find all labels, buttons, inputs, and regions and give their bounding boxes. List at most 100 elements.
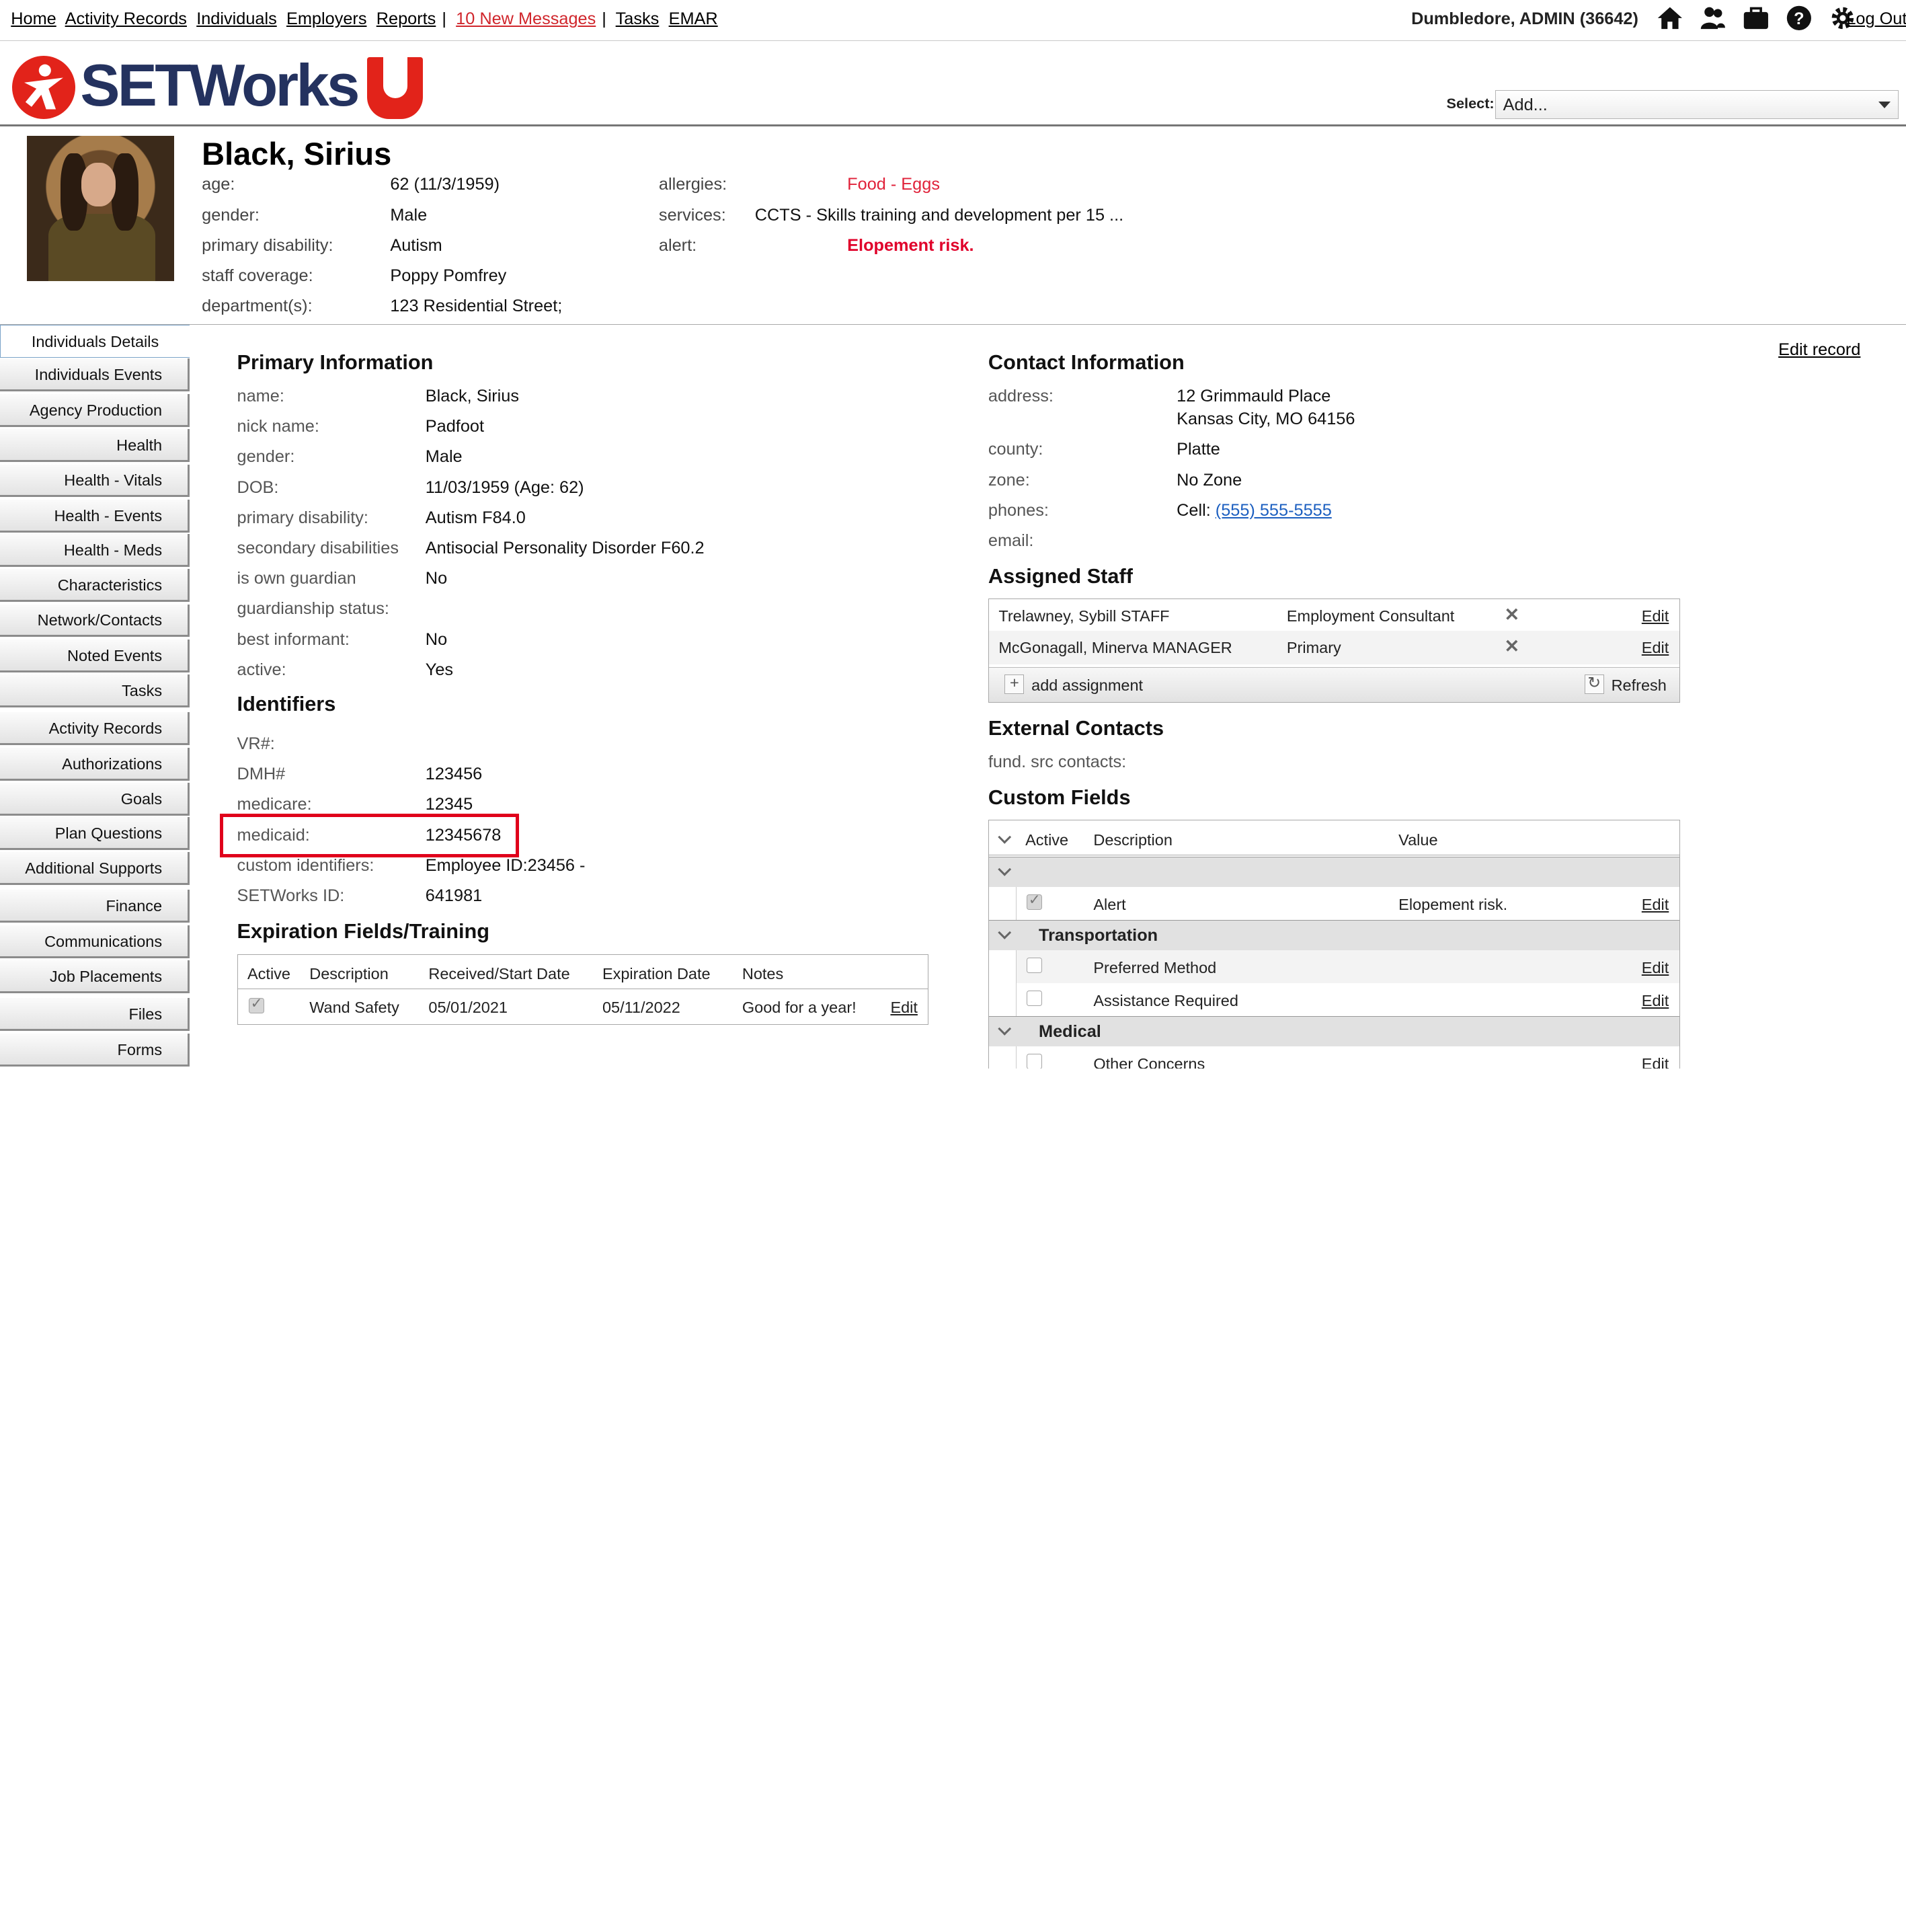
sidebar-item-health[interactable]: Health (0, 429, 190, 463)
column-header[interactable]: Value (1398, 831, 1437, 849)
staff-edit-link[interactable]: Edit (1642, 607, 1669, 625)
sidebar-item-health-events[interactable]: Health - Events (0, 500, 190, 533)
custom-field-description: Other Concerns (1093, 1054, 1205, 1069)
nav-tasks[interactable]: Tasks (616, 9, 660, 28)
custom-field-edit-link[interactable]: Edit (1642, 1055, 1669, 1069)
active-checkbox[interactable] (1026, 957, 1043, 974)
field-label: medicare: (237, 795, 312, 814)
sidebar-item-agency-production[interactable]: Agency Production (0, 393, 190, 427)
sidebar-item-individuals-events[interactable]: Individuals Events (0, 358, 190, 392)
field-label: best informant: (237, 629, 350, 649)
custom-field-description: Preferred Method (1093, 958, 1217, 976)
sidebar-item-tasks[interactable]: Tasks (0, 674, 190, 708)
field-name: Black, Sirius (425, 386, 519, 405)
nav-individuals[interactable]: Individuals (196, 9, 277, 28)
field-label: SETWorks ID: (237, 886, 345, 906)
active-checkbox[interactable] (248, 995, 265, 1014)
sidebar-item-health-meds[interactable]: Health - Meds (0, 533, 190, 567)
address-line-1: 12 Grimmauld Place (1177, 386, 1331, 405)
add-icon[interactable]: + (1004, 674, 1025, 694)
sidebar-item-additional-supports[interactable]: Additional Supports (0, 852, 190, 886)
sidebar-item-characteristics[interactable]: Characteristics (0, 569, 190, 602)
phone-link[interactable]: (555) 555-5555 (1216, 501, 1332, 520)
field-label: nick name: (237, 417, 319, 436)
column-header[interactable]: Description (1093, 831, 1173, 849)
nav-new-messages[interactable]: 10 New Messages (456, 9, 596, 28)
home-icon[interactable] (1657, 5, 1683, 32)
logout-link[interactable]: Log Out (1846, 9, 1906, 29)
sidebar-item-forms[interactable]: Forms (0, 1033, 190, 1067)
sidebar-item-noted-events[interactable]: Noted Events (0, 640, 190, 672)
field-label: VR#: (237, 734, 275, 754)
nav-emar[interactable]: EMAR (669, 9, 718, 28)
sidebar-item-finance[interactable]: Finance (0, 890, 190, 923)
sidebar-item-plan-questions[interactable]: Plan Questions (0, 816, 190, 850)
sidebar-item-job-placements[interactable]: Job Placements (0, 960, 190, 994)
header-label: staff coverage: (202, 266, 313, 285)
sidebar-item-health-vitals[interactable]: Health - Vitals (0, 464, 190, 498)
top-nav: Home Activity Records Individuals Employ… (0, 0, 1906, 42)
refresh-button[interactable]: Refresh (1612, 677, 1667, 695)
nav-home[interactable]: Home (11, 9, 56, 28)
refresh-icon[interactable]: ↻ (1584, 674, 1604, 694)
column-header[interactable]: Notes (742, 965, 783, 983)
field-label: DOB: (237, 477, 279, 497)
training-edit-link[interactable]: Edit (890, 999, 918, 1017)
address-line-2: Kansas City, MO 64156 (1177, 410, 1355, 429)
expiration-title: Expiration Fields/Training (237, 919, 490, 943)
nav-reports[interactable]: Reports (376, 9, 436, 28)
column-header[interactable]: Received/Start Date (428, 965, 569, 983)
field-dmh: 123456 (425, 765, 483, 784)
sidebar-item-communications[interactable]: Communications (0, 925, 190, 958)
field-best-informant: No (425, 629, 448, 649)
field-custom-identifiers: Employee ID:23456 - (425, 855, 586, 875)
training-expiration-date: 05/11/2022 (602, 999, 680, 1017)
setworks-logo[interactable]: SETWorks (12, 52, 426, 120)
sidebar-item-goals[interactable]: Goals (0, 783, 190, 816)
custom-group-title[interactable]: Transportation (1039, 926, 1158, 945)
column-header[interactable]: Expiration Date (602, 965, 711, 983)
column-header[interactable]: Description (309, 965, 389, 983)
help-icon[interactable]: ? (1786, 5, 1813, 32)
header-primary-disability: Autism (390, 235, 442, 255)
logo-mark-icon (12, 56, 76, 120)
sidebar-item-files[interactable]: Files (0, 998, 190, 1032)
active-checkbox[interactable] (1026, 990, 1043, 1007)
active-checkbox[interactable] (1026, 1053, 1043, 1069)
users-icon[interactable] (1700, 5, 1726, 32)
nav-activity-records[interactable]: Activity Records (65, 9, 187, 28)
sidebar-item-individuals-details[interactable]: Individuals Details (0, 324, 190, 358)
add-select[interactable]: Add... (1495, 89, 1899, 120)
custom-field-edit-link[interactable]: Edit (1642, 959, 1669, 977)
field-secondary-disabilities: Antisocial Personality Disorder F60.2 (425, 538, 705, 557)
column-header[interactable]: Active (1025, 831, 1068, 849)
staff-role: Primary (1286, 639, 1341, 657)
column-header[interactable]: Active (247, 965, 290, 983)
sidebar-item-activity-records[interactable]: Activity Records (0, 712, 190, 746)
field-nick-name: Padfoot (425, 417, 485, 436)
svg-text:?: ? (1794, 9, 1804, 28)
custom-field-edit-link[interactable]: Edit (1642, 992, 1669, 1010)
expiration-table: Active Description Received/Start Date E… (237, 954, 929, 1026)
sidebar-item-authorizations[interactable]: Authorizations (0, 747, 190, 781)
add-assignment-button[interactable]: add assignment (1031, 677, 1143, 695)
custom-field-edit-link[interactable]: Edit (1642, 896, 1669, 914)
current-user: Dumbledore, ADMIN (36642) (1411, 9, 1638, 29)
active-checkbox[interactable] (1026, 891, 1043, 911)
close-icon[interactable]: ✕ (1504, 604, 1519, 625)
top-nav-links: Home Activity Records Individuals Employ… (11, 9, 723, 29)
custom-field-value: Elopement risk. (1398, 895, 1508, 913)
edit-record-link[interactable]: Edit record (1778, 340, 1860, 360)
field-label: secondary disabilities (237, 538, 399, 557)
briefcase-icon[interactable] (1743, 5, 1770, 32)
staff-edit-link[interactable]: Edit (1642, 639, 1669, 657)
nav-employers[interactable]: Employers (286, 9, 367, 28)
custom-group-title[interactable]: Medical (1039, 1022, 1101, 1042)
field-label: DMH# (237, 765, 286, 784)
sidebar-item-network-contacts[interactable]: Network/Contacts (0, 604, 190, 637)
close-icon[interactable]: ✕ (1504, 635, 1519, 657)
training-start-date: 05/01/2021 (428, 999, 508, 1017)
highlight-box (220, 813, 519, 857)
individual-photo (26, 136, 174, 281)
header-alert: Elopement risk. (847, 235, 974, 255)
